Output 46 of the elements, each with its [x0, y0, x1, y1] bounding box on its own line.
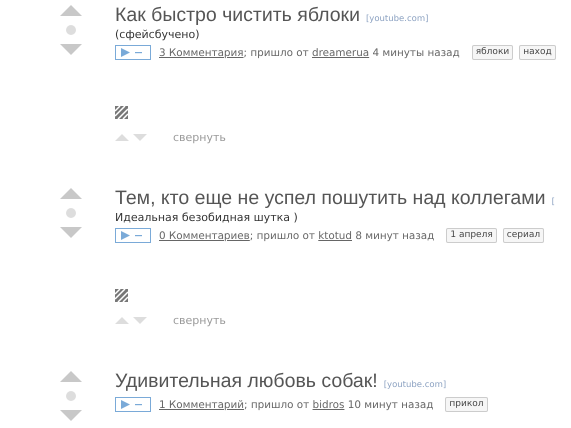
post-title[interactable]: Удивительная любовь собак!	[115, 369, 378, 393]
post-time: 10 минут назад	[346, 398, 434, 410]
downvote-icon[interactable]	[60, 410, 82, 421]
author-link[interactable]: bidros	[312, 398, 344, 410]
dash-icon	[135, 234, 142, 236]
author-link[interactable]: ktotud	[318, 230, 352, 242]
comments-link[interactable]: 0 Комментариев	[159, 230, 250, 242]
from-label: ; пришло от	[244, 398, 310, 410]
dash-icon	[135, 52, 142, 54]
play-button[interactable]	[115, 228, 151, 243]
play-icon	[121, 400, 130, 409]
from-label: ; пришло от	[244, 46, 310, 58]
downvote-icon[interactable]	[60, 44, 82, 55]
tag[interactable]: яблоки	[472, 45, 514, 60]
up-arrow-icon[interactable]	[115, 317, 129, 324]
upvote-icon[interactable]	[60, 5, 82, 16]
post-title[interactable]: Тем, кто еще не успел пошутить над коллегами	[115, 186, 546, 210]
from-label: ; пришло от	[250, 230, 316, 242]
downvote-icon[interactable]	[60, 227, 82, 238]
dash-icon	[135, 404, 142, 406]
down-arrow-icon[interactable]	[133, 317, 147, 324]
tag[interactable]: наход	[519, 45, 556, 60]
post-title[interactable]: Как быстро чистить яблоки	[115, 3, 360, 27]
tag[interactable]: сериал	[502, 228, 544, 243]
upvote-icon[interactable]	[60, 188, 82, 199]
tag[interactable]: 1 апреля	[446, 228, 497, 243]
post-time: 8 минут назад	[354, 230, 434, 242]
up-arrow-icon[interactable]	[115, 134, 129, 141]
play-icon	[121, 48, 130, 57]
play-button[interactable]	[115, 45, 151, 60]
down-arrow-icon[interactable]	[133, 134, 147, 141]
post-source: [	[552, 197, 555, 207]
post-description: (сфейсбучено)	[115, 28, 200, 41]
upvote-icon[interactable]	[60, 371, 82, 382]
play-button[interactable]	[115, 397, 151, 412]
post-source: [youtube.com]	[366, 14, 428, 24]
comments-link[interactable]: 1 Комментарий	[159, 398, 244, 410]
post-description: Идеальная безобидная шутка )	[115, 211, 299, 224]
hatched-square-icon	[115, 289, 128, 302]
author-link[interactable]: dreamerua	[312, 46, 370, 58]
hatched-square-icon	[115, 106, 128, 119]
play-icon	[121, 231, 130, 240]
tag[interactable]: прикол	[445, 397, 488, 412]
comments-link[interactable]: 3 Комментария	[159, 46, 244, 58]
post-source: [youtube.com]	[384, 380, 446, 390]
post-time: 4 минуты назад	[371, 46, 460, 58]
